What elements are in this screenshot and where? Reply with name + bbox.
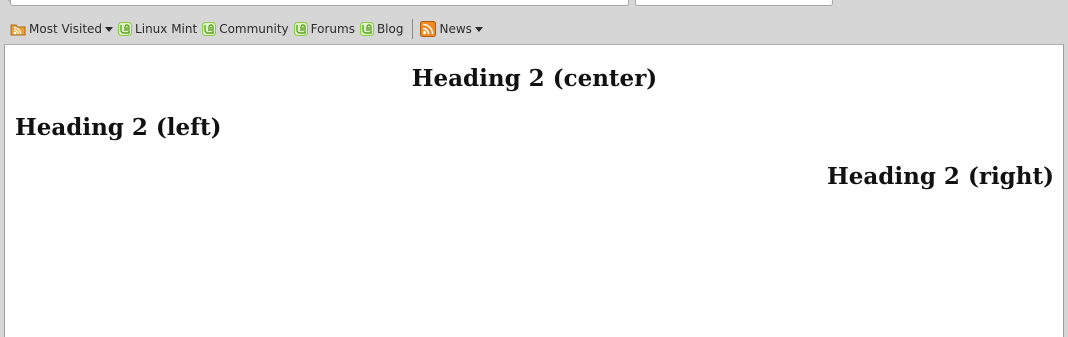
bookmark-most-visited[interactable]: Most Visited <box>9 18 117 40</box>
folder-feed-icon <box>10 21 29 37</box>
mint-logo-icon <box>293 22 311 36</box>
bookmark-blog[interactable]: Blog <box>359 18 408 40</box>
bookmark-label: Forums <box>310 22 355 36</box>
bookmark-label: Linux Mint <box>135 22 198 36</box>
mint-logo-icon <box>118 22 135 36</box>
rss-feed-icon <box>420 21 439 37</box>
mint-logo-icon <box>359 22 377 36</box>
heading-center: Heading 2 (center) <box>411 65 658 92</box>
bookmark-label: Community <box>219 22 289 36</box>
search-bar[interactable] <box>635 0 833 6</box>
toolbar-icon[interactable]: ⌒⌒ <box>845 0 869 3</box>
bookmark-news[interactable]: News <box>419 18 486 40</box>
navigation-toolbar: ⌒⌒ <box>0 0 1068 14</box>
bookmark-linux-mint[interactable]: Linux Mint <box>117 18 201 40</box>
heading-right: Heading 2 (right) <box>827 163 1054 190</box>
heading-left: Heading 2 (left) <box>15 114 222 141</box>
bookmarks-toolbar: Most Visited Linux Mint Community Forums… <box>0 14 1068 44</box>
bookmark-label: News <box>439 22 472 36</box>
bookmark-label: Most Visited <box>29 22 103 36</box>
toolbar-separator <box>412 19 414 39</box>
mint-logo-icon <box>202 22 219 36</box>
chevron-down-icon <box>105 26 114 32</box>
bookmark-forums[interactable]: Forums <box>293 18 359 40</box>
bookmark-community[interactable]: Community <box>201 18 292 40</box>
page-content: Heading 2 (center) Heading 2 (left) Head… <box>4 44 1064 337</box>
bookmark-label: Blog <box>376 22 404 36</box>
url-bar[interactable] <box>10 0 629 6</box>
chevron-down-icon <box>474 26 483 32</box>
